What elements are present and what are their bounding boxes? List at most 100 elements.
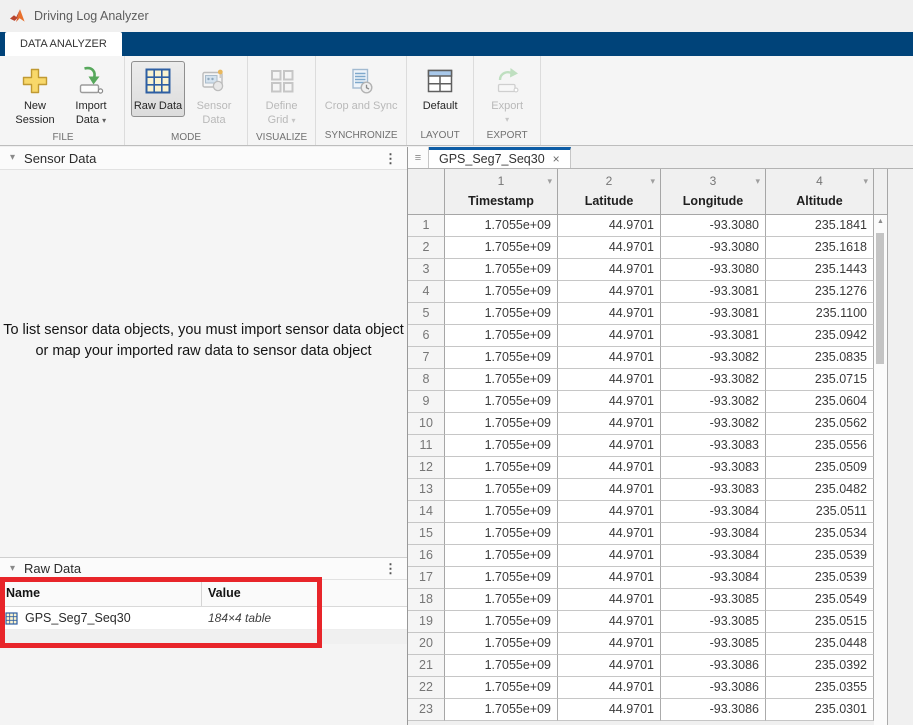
table-cell[interactable]: 235.0355	[766, 677, 874, 699]
table-cell[interactable]: 44.9701	[558, 589, 661, 611]
table-cell[interactable]: 1.7055e+09	[445, 457, 558, 479]
collapse-icon[interactable]: ▾	[10, 564, 15, 574]
filter-icon[interactable]: ▾	[755, 171, 760, 192]
ribbon-tab-data-analyzer[interactable]: DATA ANALYZER	[5, 32, 122, 56]
row-number[interactable]: 7	[408, 347, 445, 369]
table-cell[interactable]: 1.7055e+09	[445, 391, 558, 413]
table-cell[interactable]: -93.3080	[661, 215, 766, 237]
table-cell[interactable]: 44.9701	[558, 523, 661, 545]
table-cell[interactable]: 235.0482	[766, 479, 874, 501]
table-cell[interactable]: 44.9701	[558, 655, 661, 677]
table-cell[interactable]: 235.0539	[766, 567, 874, 589]
table-cell[interactable]: 1.7055e+09	[445, 677, 558, 699]
table-cell[interactable]: -93.3083	[661, 457, 766, 479]
scroll-up-icon[interactable]: ▲	[874, 215, 887, 229]
table-cell[interactable]: 44.9701	[558, 237, 661, 259]
vertical-scrollbar[interactable]: ▲	[874, 215, 888, 725]
column-header-timestamp[interactable]: 1▾ Timestamp	[445, 169, 558, 215]
column-header-latitude[interactable]: 2▾ Latitude	[558, 169, 661, 215]
table-cell[interactable]: 235.0301	[766, 699, 874, 721]
table-cell[interactable]: 44.9701	[558, 479, 661, 501]
table-cell[interactable]: 44.9701	[558, 435, 661, 457]
table-cell[interactable]: 44.9701	[558, 545, 661, 567]
close-icon[interactable]: ×	[553, 153, 560, 165]
row-number[interactable]: 1	[408, 215, 445, 237]
table-cell[interactable]: 1.7055e+09	[445, 699, 558, 721]
table-cell[interactable]: -93.3084	[661, 567, 766, 589]
row-number[interactable]: 4	[408, 281, 445, 303]
table-cell[interactable]: -93.3084	[661, 501, 766, 523]
table-cell[interactable]: -93.3081	[661, 325, 766, 347]
table-cell[interactable]: -93.3085	[661, 589, 766, 611]
table-cell[interactable]: -93.3081	[661, 281, 766, 303]
kebab-menu-icon[interactable]: ⋮	[384, 562, 397, 575]
table-cell[interactable]: -93.3083	[661, 479, 766, 501]
table-cell[interactable]: 235.1100	[766, 303, 874, 325]
table-cell[interactable]: 44.9701	[558, 567, 661, 589]
table-cell[interactable]: 1.7055e+09	[445, 611, 558, 633]
table-cell[interactable]: -93.3082	[661, 369, 766, 391]
filter-icon[interactable]: ▾	[650, 171, 655, 192]
row-number[interactable]: 11	[408, 435, 445, 457]
row-number[interactable]: 2	[408, 237, 445, 259]
raw-table-row[interactable]: GPS_Seg7_Seq30 184×4 table	[0, 607, 407, 630]
table-cell[interactable]: 44.9701	[558, 259, 661, 281]
table-cell[interactable]: 235.0539	[766, 545, 874, 567]
table-cell[interactable]: 235.0392	[766, 655, 874, 677]
row-number[interactable]: 16	[408, 545, 445, 567]
table-cell[interactable]: 235.0534	[766, 523, 874, 545]
table-cell[interactable]: 44.9701	[558, 325, 661, 347]
table-cell[interactable]: -93.3084	[661, 545, 766, 567]
table-cell[interactable]: 235.0511	[766, 501, 874, 523]
table-cell[interactable]: 235.0604	[766, 391, 874, 413]
new-session-button[interactable]: New Session	[8, 61, 62, 131]
table-cell[interactable]: 1.7055e+09	[445, 655, 558, 677]
default-layout-button[interactable]: Default	[413, 61, 467, 117]
table-cell[interactable]: 44.9701	[558, 303, 661, 325]
table-cell[interactable]: -93.3086	[661, 699, 766, 721]
table-cell[interactable]: 44.9701	[558, 281, 661, 303]
row-number[interactable]: 20	[408, 633, 445, 655]
table-cell[interactable]: -93.3082	[661, 347, 766, 369]
table-cell[interactable]: -93.3080	[661, 259, 766, 281]
row-number[interactable]: 6	[408, 325, 445, 347]
table-cell[interactable]: 235.0549	[766, 589, 874, 611]
table-cell[interactable]: 44.9701	[558, 413, 661, 435]
row-number[interactable]: 12	[408, 457, 445, 479]
row-number[interactable]: 9	[408, 391, 445, 413]
table-cell[interactable]: 1.7055e+09	[445, 523, 558, 545]
table-cell[interactable]: 235.0509	[766, 457, 874, 479]
table-cell[interactable]: 44.9701	[558, 347, 661, 369]
kebab-menu-icon[interactable]: ⋮	[384, 152, 397, 165]
table-cell[interactable]: 1.7055e+09	[445, 589, 558, 611]
table-cell[interactable]: 1.7055e+09	[445, 259, 558, 281]
row-number[interactable]: 10	[408, 413, 445, 435]
table-cell[interactable]: -93.3086	[661, 655, 766, 677]
row-number[interactable]: 22	[408, 677, 445, 699]
table-cell[interactable]: 1.7055e+09	[445, 567, 558, 589]
table-cell[interactable]: 1.7055e+09	[445, 545, 558, 567]
table-cell[interactable]: 1.7055e+09	[445, 435, 558, 457]
table-cell[interactable]: -93.3084	[661, 523, 766, 545]
table-cell[interactable]: 235.1618	[766, 237, 874, 259]
table-cell[interactable]: 1.7055e+09	[445, 501, 558, 523]
row-number[interactable]: 13	[408, 479, 445, 501]
table-cell[interactable]: 44.9701	[558, 457, 661, 479]
table-cell[interactable]: 1.7055e+09	[445, 347, 558, 369]
column-header-altitude[interactable]: 4▾ Altitude	[766, 169, 874, 215]
table-cell[interactable]: 44.9701	[558, 677, 661, 699]
row-number[interactable]: 5	[408, 303, 445, 325]
table-cell[interactable]: 1.7055e+09	[445, 369, 558, 391]
table-cell[interactable]: 235.0715	[766, 369, 874, 391]
table-cell[interactable]: -93.3081	[661, 303, 766, 325]
table-cell[interactable]: 1.7055e+09	[445, 325, 558, 347]
row-number[interactable]: 17	[408, 567, 445, 589]
table-cell[interactable]: 235.0556	[766, 435, 874, 457]
table-cell[interactable]: 235.0562	[766, 413, 874, 435]
table-cell[interactable]: -93.3085	[661, 611, 766, 633]
table-cell[interactable]: 235.1443	[766, 259, 874, 281]
table-cell[interactable]: 235.0835	[766, 347, 874, 369]
table-cell[interactable]: 235.1841	[766, 215, 874, 237]
table-cell[interactable]: 1.7055e+09	[445, 303, 558, 325]
table-cell[interactable]: 235.0448	[766, 633, 874, 655]
